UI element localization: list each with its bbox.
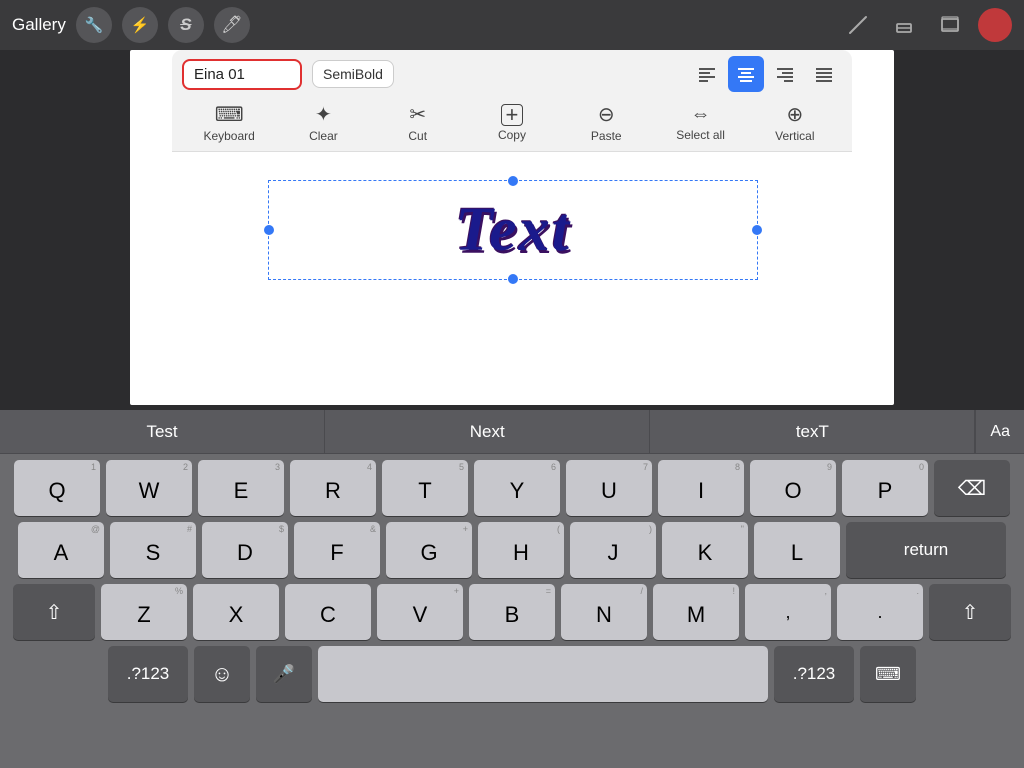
top-right-icons (840, 7, 1012, 43)
key-numbers-right[interactable]: .?123 (774, 646, 854, 702)
key-shift-left[interactable]: ⇧ (13, 584, 95, 640)
key-shift-right[interactable]: ⇧ (929, 584, 1011, 640)
key-N[interactable]: /N (561, 584, 647, 640)
key-row-3: ⇧ %Z X C +V =B /N !M ,, .. ⇧ (4, 584, 1020, 640)
clear-tool[interactable]: ✦ Clear (288, 102, 358, 143)
wrench-icon-button[interactable]: 🔧 (76, 7, 112, 43)
eraser-icon[interactable] (886, 7, 922, 43)
autocorrect-bar: Test Next texT Aa (0, 410, 1024, 454)
pencil-line-icon[interactable] (840, 7, 876, 43)
key-V[interactable]: +V (377, 584, 463, 640)
font-name-select[interactable]: Eina 01 (182, 59, 302, 90)
text-element[interactable]: Text (268, 180, 758, 280)
top-bar: Gallery 🔧 ⚡ S 🖊 (0, 0, 1024, 50)
strikethrough-icon-button[interactable]: S (168, 7, 204, 43)
key-D[interactable]: $D (202, 522, 288, 578)
key-return[interactable]: return (846, 522, 1006, 578)
suggestion-test[interactable]: Test (0, 410, 325, 453)
align-center-button[interactable] (728, 56, 764, 92)
key-H[interactable]: (H (478, 522, 564, 578)
key-period[interactable]: .. (837, 584, 923, 640)
vertical-tool[interactable]: ⊕ Vertical (760, 102, 830, 143)
suggestion-text[interactable]: texT (650, 410, 975, 453)
key-O[interactable]: 9O (750, 460, 836, 516)
align-left-button[interactable] (689, 56, 725, 92)
key-M[interactable]: !M (653, 584, 739, 640)
key-row-4: .?123 ☺ 🎤 .?123 ⌨ (4, 646, 1020, 702)
key-row-1: 1Q 2W 3E 4R 5T 6Y 7U 8I 9O 0P ⌫ (4, 460, 1020, 516)
keyboard-icon: ⌨ (215, 102, 244, 127)
canvas-text: Text (455, 195, 571, 266)
pen-icon-button[interactable]: 🖊 (214, 7, 250, 43)
key-R[interactable]: 4R (290, 460, 376, 516)
key-A[interactable]: @A (18, 522, 104, 578)
key-T[interactable]: 5T (382, 460, 468, 516)
cut-tool[interactable]: ✂ Cut (383, 102, 453, 143)
layers-icon[interactable] (932, 7, 968, 43)
key-space[interactable] (318, 646, 768, 702)
key-K[interactable]: "K (662, 522, 748, 578)
cut-icon: ✂ (409, 102, 426, 127)
key-U[interactable]: 7U (566, 460, 652, 516)
handle-top[interactable] (508, 176, 518, 186)
key-F[interactable]: &F (294, 522, 380, 578)
toolbar-row1: Eina 01 SemiBold (172, 50, 852, 98)
gallery-button[interactable]: Gallery (12, 15, 66, 35)
lightning-icon-button[interactable]: ⚡ (122, 7, 158, 43)
key-J[interactable]: )J (570, 522, 656, 578)
handle-bottom[interactable] (508, 274, 518, 284)
key-S[interactable]: #S (110, 522, 196, 578)
key-mic[interactable]: 🎤 (256, 646, 312, 702)
key-keyboard-icon[interactable]: ⌨ (860, 646, 916, 702)
paste-tool[interactable]: ⊖ Paste (571, 102, 641, 143)
select-all-label: Select all (676, 128, 725, 142)
keyboard-label: Keyboard (203, 129, 254, 143)
suggestion-next[interactable]: Next (325, 410, 650, 453)
key-comma[interactable]: ,, (745, 584, 831, 640)
key-P[interactable]: 0P (842, 460, 928, 516)
key-L[interactable]: L (754, 522, 840, 578)
key-backspace[interactable]: ⌫ (934, 460, 1010, 516)
handle-left[interactable] (264, 225, 274, 235)
key-Y[interactable]: 6Y (474, 460, 560, 516)
key-numbers-left[interactable]: .?123 (108, 646, 188, 702)
key-emoji[interactable]: ☺ (194, 646, 250, 702)
copy-tool[interactable]: + Copy (477, 104, 547, 142)
key-B[interactable]: =B (469, 584, 555, 640)
key-Q[interactable]: 1Q (14, 460, 100, 516)
copy-label: Copy (498, 128, 526, 142)
key-rows: 1Q 2W 3E 4R 5T 6Y 7U 8I 9O 0P ⌫ @A #S $D… (0, 454, 1024, 768)
aa-button[interactable]: Aa (975, 410, 1024, 453)
vertical-icon: ⊕ (786, 102, 803, 127)
clear-icon: ✦ (315, 102, 332, 127)
align-justify-button[interactable] (806, 56, 842, 92)
keyboard-tool[interactable]: ⌨ Keyboard (194, 102, 264, 143)
copy-icon: + (501, 104, 523, 126)
key-I[interactable]: 8I (658, 460, 744, 516)
align-right-button[interactable] (767, 56, 803, 92)
key-G[interactable]: +G (386, 522, 472, 578)
key-X[interactable]: X (193, 584, 279, 640)
paste-label: Paste (591, 129, 622, 143)
font-weight-select[interactable]: SemiBold (312, 60, 394, 88)
select-all-tool[interactable]: ⇔ Select all (666, 103, 736, 142)
canvas-area: Eina 01 SemiBold ⌨ Keyboar (0, 50, 1024, 410)
align-buttons (689, 56, 842, 92)
handle-right[interactable] (752, 225, 762, 235)
floating-toolbar: Eina 01 SemiBold ⌨ Keyboar (172, 50, 852, 152)
avatar-button[interactable] (978, 8, 1012, 42)
keyboard-area: Test Next texT Aa 1Q 2W 3E 4R 5T 6Y 7U 8… (0, 410, 1024, 768)
clear-label: Clear (309, 129, 338, 143)
cut-label: Cut (408, 129, 427, 143)
key-C[interactable]: C (285, 584, 371, 640)
key-W[interactable]: 2W (106, 460, 192, 516)
paste-icon: ⊖ (598, 102, 615, 127)
vertical-label: Vertical (775, 129, 814, 143)
toolbar-row2: ⌨ Keyboard ✦ Clear ✂ Cut + Copy ⊖ Paste … (172, 98, 852, 152)
key-E[interactable]: 3E (198, 460, 284, 516)
select-all-icon: ⇔ (691, 103, 711, 126)
key-Z[interactable]: %Z (101, 584, 187, 640)
key-row-2: @A #S $D &F +G (H )J "K L return (4, 522, 1020, 578)
